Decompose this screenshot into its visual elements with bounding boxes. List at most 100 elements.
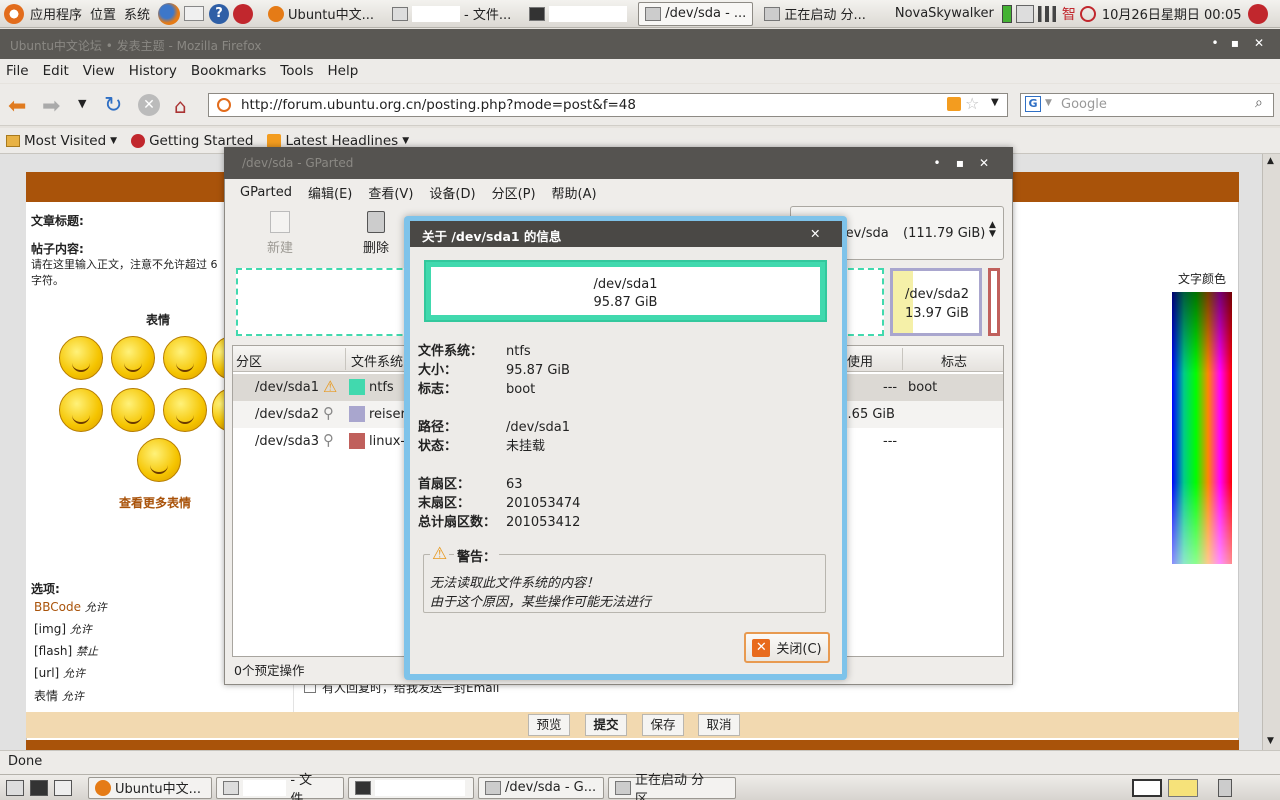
scroll-down-icon[interactable]: ▼ [1267, 736, 1274, 746]
bottom-task-0[interactable]: Ubuntu中文... [88, 776, 212, 799]
menu-edit[interactable]: Edit [43, 63, 69, 79]
battery-icon[interactable] [1001, 4, 1012, 23]
bookmark-star-icon[interactable]: ☆ [965, 94, 979, 113]
gp-menu-gparted[interactable]: GParted [240, 185, 292, 200]
url-input[interactable]: http://forum.ubuntu.org.cn/posting.php?m… [208, 93, 1008, 117]
back-icon[interactable]: ⬅ [8, 94, 26, 119]
top-task-1[interactable]: - 文件... [385, 2, 518, 26]
device-spinner-icon[interactable]: ▲ ▼ [989, 221, 996, 239]
smiley-icon[interactable] [111, 388, 155, 432]
col-used[interactable]: 使用 [847, 351, 873, 370]
cancel-button[interactable]: 取消 [698, 714, 740, 736]
volume-mute-icon[interactable] [1079, 5, 1096, 22]
maximize-icon[interactable]: ▪ [953, 156, 967, 170]
app-launcher-icon[interactable] [233, 3, 254, 24]
more-smilies-link[interactable]: 查看更多表情 [119, 494, 191, 511]
top-task-3[interactable]: /dev/sda - ... [638, 1, 754, 26]
preview-button[interactable]: 预览 [528, 714, 570, 736]
terminal-launcher-icon[interactable] [30, 779, 48, 796]
google-engine-icon[interactable]: G [1025, 96, 1041, 112]
places-menu[interactable]: 位置 [90, 0, 116, 28]
smiley-icon[interactable] [59, 388, 103, 432]
close-icon[interactable]: ✕ [810, 226, 820, 241]
menu-view[interactable]: View [83, 63, 115, 79]
engine-dropdown-icon[interactable]: ▼ [1045, 98, 1052, 108]
close-button[interactable]: ✕ 关闭(C) [744, 632, 830, 663]
trash-icon[interactable] [1218, 778, 1232, 797]
graph-sda2[interactable]: /dev/sda2 13.97 GiB [890, 268, 982, 336]
gparted-titlebar: /dev/sda - GParted • ▪ ✕ [224, 147, 1013, 179]
top-task-4[interactable]: 正在启动 分... [757, 2, 873, 26]
reload-icon[interactable]: ↻ [104, 93, 122, 118]
gp-menu-view[interactable]: 查看(V) [368, 183, 413, 202]
new-button[interactable]: 新建 [258, 211, 302, 256]
info-first-sector: 首扇区： 63 [418, 473, 818, 492]
menu-help[interactable]: Help [328, 63, 359, 79]
clock[interactable]: 10月26日星期日 00:05 [1102, 4, 1242, 23]
smiley-icon[interactable] [111, 336, 155, 380]
bottom-task-2[interactable] [348, 776, 474, 799]
bookmark-most-visited[interactable]: Most Visited ▼ [6, 133, 117, 149]
gp-menu-help[interactable]: 帮助(A) [552, 183, 597, 202]
option-name[interactable]: BBCode [34, 600, 81, 614]
gp-menu-edit[interactable]: 编辑(E) [308, 183, 352, 202]
notes-icon[interactable] [1168, 778, 1198, 797]
applications-menu[interactable]: 应用程序 [4, 0, 82, 28]
menu-bookmarks[interactable]: Bookmarks [191, 63, 266, 79]
rss-icon[interactable] [947, 97, 961, 111]
smiley-icon[interactable] [59, 336, 103, 380]
mail-launcher-icon[interactable] [184, 6, 205, 21]
delete-button[interactable]: 删除 [354, 211, 398, 256]
applications-label: 应用程序 [30, 8, 83, 23]
search-input[interactable]: G ▼ Google ⌕ [1020, 93, 1274, 117]
col-flags[interactable]: 标志 [941, 351, 967, 370]
help-launcher-icon[interactable]: ? [209, 3, 230, 24]
minimize-icon[interactable]: • [930, 156, 944, 170]
close-icon[interactable]: ✕ [1252, 36, 1266, 50]
menu-file[interactable]: File [6, 63, 29, 79]
color-palette[interactable] [1172, 292, 1232, 564]
input-method-icon[interactable]: 智 [1062, 4, 1076, 24]
col-filesystem[interactable]: 文件系统 [351, 351, 403, 370]
firefox-launcher-icon[interactable] [158, 2, 181, 25]
editor-launcher-icon[interactable] [54, 779, 72, 796]
bottom-task-1[interactable]: - 文件... [216, 773, 344, 800]
dialog-titlebar: 关于 /dev/sda1 的信息 ✕ [410, 221, 842, 247]
network-icon[interactable] [1037, 5, 1056, 22]
maximize-icon[interactable]: ▪ [1228, 36, 1242, 50]
history-dropdown-icon[interactable]: ▼ [78, 97, 86, 110]
url-dropdown-icon[interactable]: ▼ [991, 97, 999, 108]
bottom-task-3[interactable]: /dev/sda - G... [478, 776, 604, 799]
menu-tools[interactable]: Tools [280, 63, 313, 79]
shutdown-icon[interactable] [1247, 3, 1268, 24]
menu-history[interactable]: History [129, 63, 177, 79]
gp-menu-partition[interactable]: 分区(P) [492, 183, 536, 202]
minimize-icon[interactable]: • [1208, 36, 1222, 50]
save-button[interactable]: 保存 [642, 714, 684, 736]
update-icon[interactable] [1015, 4, 1034, 23]
scroll-up-icon[interactable]: ▲ [1267, 156, 1274, 166]
bottom-task-4[interactable]: 正在启动 分区... [608, 773, 736, 800]
bottom-task-label: /dev/sda - G... [505, 780, 597, 795]
page-scrollbar[interactable]: ▲ ▼ [1262, 154, 1280, 750]
stop-icon[interactable]: ✕ [138, 94, 160, 116]
close-icon[interactable]: ✕ [977, 156, 991, 170]
smiley-icon[interactable] [163, 388, 207, 432]
smiley-icon[interactable] [163, 336, 207, 380]
graph-sda3[interactable] [988, 268, 1000, 336]
trash-icon [367, 211, 385, 233]
top-task-0[interactable]: Ubuntu中文... [261, 2, 381, 26]
gp-menu-device[interactable]: 设备(D) [429, 183, 475, 202]
top-task-2[interactable] [522, 2, 634, 26]
show-desktop-icon[interactable] [6, 779, 24, 796]
workspace-switcher-icon[interactable] [1132, 778, 1162, 797]
info-flags: 标志： boot [418, 378, 818, 397]
search-icon[interactable]: ⌕ [1255, 95, 1263, 111]
user-name[interactable]: NovaSkywalker [895, 6, 994, 21]
col-partition[interactable]: 分区 [236, 351, 262, 370]
submit-button[interactable]: 提交 [585, 714, 627, 736]
smiley-icon[interactable] [137, 438, 181, 482]
home-icon[interactable]: ⌂ [174, 94, 187, 118]
system-menu[interactable]: 系统 [124, 0, 150, 28]
forward-icon[interactable]: ➡ [42, 94, 60, 119]
